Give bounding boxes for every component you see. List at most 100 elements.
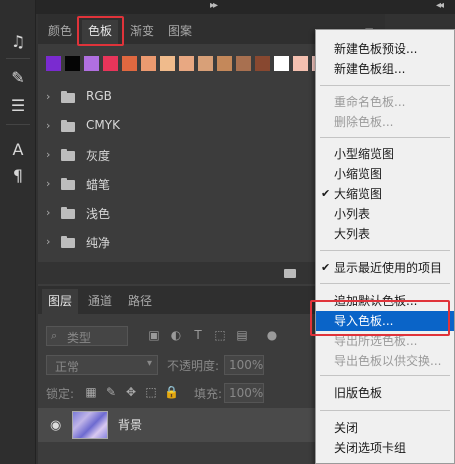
- tool-divider: [6, 124, 30, 125]
- blend-mode-select[interactable]: 正常 ▾: [46, 355, 158, 375]
- menu-item-label: 小列表: [334, 207, 371, 221]
- menu-separator: [320, 375, 450, 376]
- color-swatch[interactable]: [103, 56, 118, 71]
- collapse-right-icon[interactable]: ◂◂: [436, 0, 444, 12]
- menu-item-label: 删除色板...: [334, 115, 394, 129]
- color-swatch[interactable]: [84, 56, 99, 71]
- lock-all-icon[interactable]: 🔒: [164, 385, 179, 399]
- swatch-group-row[interactable]: › 灰度: [46, 146, 306, 166]
- layer-filter-kind-select[interactable]: ⌕ 类型: [46, 326, 128, 346]
- tab-layers[interactable]: 图层: [42, 289, 79, 314]
- swatch-group-row[interactable]: › RGB: [46, 88, 306, 108]
- adjustment-filter-icon[interactable]: ◐: [168, 327, 184, 343]
- brush-settings-icon[interactable]: ✎: [8, 68, 28, 88]
- folder-icon: [61, 236, 75, 248]
- lock-transparency-icon[interactable]: ▦: [84, 385, 98, 399]
- fill-input[interactable]: 100%: [224, 383, 264, 403]
- menu-item[interactable]: 小型缩览图: [316, 144, 454, 164]
- menu-separator: [320, 283, 450, 284]
- chevron-down-icon: ▾: [146, 358, 152, 369]
- menu-item: 导出色板以供交换...: [316, 351, 454, 371]
- chevron-right-icon[interactable]: ›: [46, 148, 50, 161]
- layer-thumbnail: [72, 411, 108, 439]
- color-swatch[interactable]: [293, 56, 308, 71]
- tab-paths[interactable]: 路径: [122, 289, 158, 314]
- fill-label: 填充:: [194, 387, 223, 401]
- swatch-group-label: RGB: [86, 89, 112, 103]
- filter-kind-value: 类型: [67, 331, 92, 345]
- chevron-right-icon[interactable]: ›: [46, 119, 50, 132]
- lock-image-pixels-icon[interactable]: ✎: [104, 385, 118, 399]
- tab-gradient[interactable]: 渐变: [124, 20, 160, 44]
- menu-item-label: 显示最近使用的项目: [334, 261, 443, 275]
- color-swatch[interactable]: [236, 56, 251, 71]
- menu-item[interactable]: ✔ 显示最近使用的项目: [316, 258, 454, 278]
- paragraph-icon[interactable]: ¶: [8, 166, 28, 186]
- color-swatch[interactable]: [198, 56, 213, 71]
- chevron-right-icon[interactable]: ›: [46, 235, 50, 248]
- menu-item[interactable]: 大列表: [316, 224, 454, 244]
- menu-separator: [320, 250, 450, 251]
- menu-item[interactable]: 新建色板预设...: [316, 39, 454, 59]
- pixel-filter-icon[interactable]: ▣: [146, 327, 162, 343]
- menu-item-label: 新建色板组...: [334, 62, 406, 76]
- swatch-group-row[interactable]: › CMYK: [46, 117, 306, 137]
- adjustments-sliders-icon[interactable]: ☰: [8, 96, 28, 116]
- tab-color[interactable]: 颜色: [42, 20, 78, 44]
- folder-icon: [61, 178, 75, 190]
- chevron-right-icon[interactable]: ›: [46, 90, 50, 103]
- menu-item[interactable]: 新建色板组...: [316, 59, 454, 79]
- menu-item[interactable]: 小列表: [316, 204, 454, 224]
- tab-channels[interactable]: 通道: [82, 289, 118, 314]
- filter-toggle-icon[interactable]: ●: [264, 327, 280, 343]
- menu-item-label: 大列表: [334, 227, 371, 241]
- swatch-group-row[interactable]: › 纯净: [46, 233, 306, 253]
- lock-position-icon[interactable]: ✥: [124, 385, 138, 399]
- color-swatch[interactable]: [65, 56, 80, 71]
- menu-item[interactable]: 关闭: [316, 418, 454, 438]
- tab-pattern[interactable]: 图案: [162, 20, 198, 44]
- layer-name[interactable]: 背景: [118, 416, 142, 433]
- menu-item-label: 小型缩览图: [334, 147, 395, 161]
- menu-item-label: 导出色板以供交换...: [334, 354, 442, 368]
- folder-icon: [61, 207, 75, 219]
- color-swatch[interactable]: [179, 56, 194, 71]
- swatch-group-row[interactable]: › 浅色: [46, 204, 306, 224]
- import-swatches-highlight-box: [310, 300, 450, 336]
- menu-item[interactable]: ✔ 大缩览图: [316, 184, 454, 204]
- menu-item: 重命名色板...: [316, 92, 454, 112]
- color-swatch[interactable]: [274, 56, 289, 71]
- menu-item[interactable]: 关闭选项卡组: [316, 438, 454, 458]
- new-group-folder-icon[interactable]: [284, 269, 296, 278]
- lock-artboard-icon[interactable]: ⬚: [144, 385, 158, 399]
- collapse-middle-icon[interactable]: ▸▸: [210, 0, 218, 12]
- shape-filter-icon[interactable]: ⬚: [212, 327, 228, 343]
- folder-icon: [61, 149, 75, 161]
- opacity-input[interactable]: 100%: [224, 355, 264, 375]
- chevron-right-icon[interactable]: ›: [46, 206, 50, 219]
- menu-item-label: 关闭选项卡组: [334, 441, 407, 455]
- color-swatch[interactable]: [217, 56, 232, 71]
- history-brush-icon[interactable]: ♫: [8, 32, 28, 52]
- chevron-right-icon[interactable]: ›: [46, 177, 50, 190]
- type-filter-icon[interactable]: T: [190, 327, 206, 343]
- eye-visibility-icon[interactable]: ◉: [50, 418, 61, 433]
- panel-collapse-bar: ◂◂ ▸▸ ◂◂: [0, 0, 455, 14]
- color-swatch[interactable]: [255, 56, 270, 71]
- color-swatch[interactable]: [122, 56, 137, 71]
- menu-item: 删除色板...: [316, 112, 454, 132]
- swatch-group-label: 浅色: [86, 207, 111, 221]
- folder-icon: [61, 120, 75, 132]
- swatch-group-row[interactable]: › 蜡笔: [46, 175, 306, 195]
- menu-item[interactable]: 旧版色板: [316, 383, 454, 403]
- color-swatch[interactable]: [160, 56, 175, 71]
- blend-mode-value: 正常: [55, 360, 80, 374]
- swatch-group-label: 灰度: [86, 149, 111, 163]
- character-icon[interactable]: A: [8, 140, 28, 160]
- tab-swatches-highlight-box: [77, 16, 124, 46]
- checkmark-icon: ✔: [321, 261, 331, 274]
- color-swatch[interactable]: [141, 56, 156, 71]
- smart-object-filter-icon[interactable]: ▤: [234, 327, 250, 343]
- menu-item[interactable]: 小缩览图: [316, 164, 454, 184]
- color-swatch[interactable]: [46, 56, 61, 71]
